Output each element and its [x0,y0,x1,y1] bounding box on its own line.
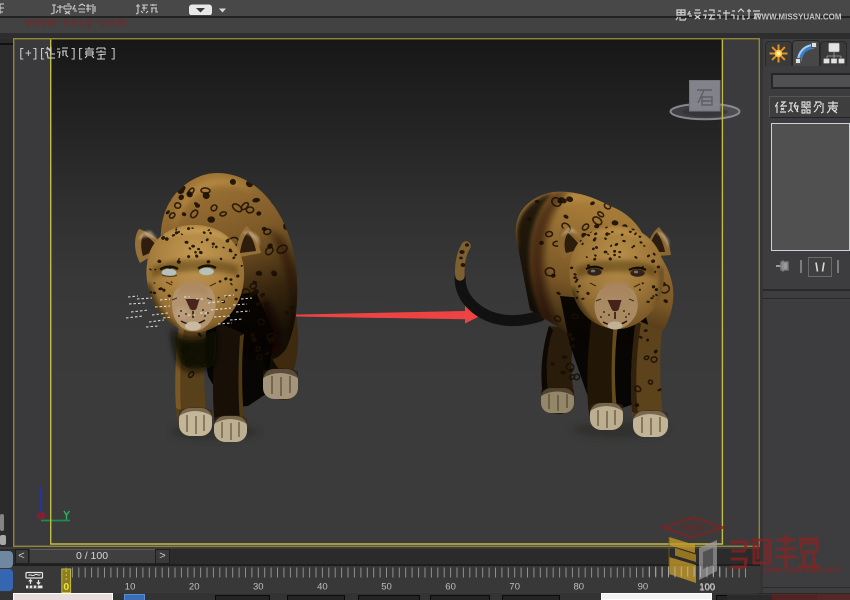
svg-text:60: 60 [445,582,456,593]
svg-text:[+][: [+][ [18,48,46,61]
svg-text:20: 20 [189,582,200,593]
svg-text:30: 30 [253,582,264,593]
svg-text:70: 70 [509,582,520,593]
svg-text:WWW.3DXUEYUAN.COM: WWW.3DXUEYUAN.COM [763,568,840,575]
svg-text:100: 100 [699,583,715,594]
svg-text:10: 10 [125,582,136,593]
svg-text:80: 80 [574,582,585,593]
svg-text:WWW.MISSYUAN.COM: WWW.MISSYUAN.COM [754,13,842,22]
svg-text:]: ] [110,48,117,61]
svg-text:50: 50 [381,582,392,593]
svg-text:0: 0 [63,581,69,593]
svg-text:][: ][ [70,48,84,61]
svg-text:40: 40 [317,582,328,593]
